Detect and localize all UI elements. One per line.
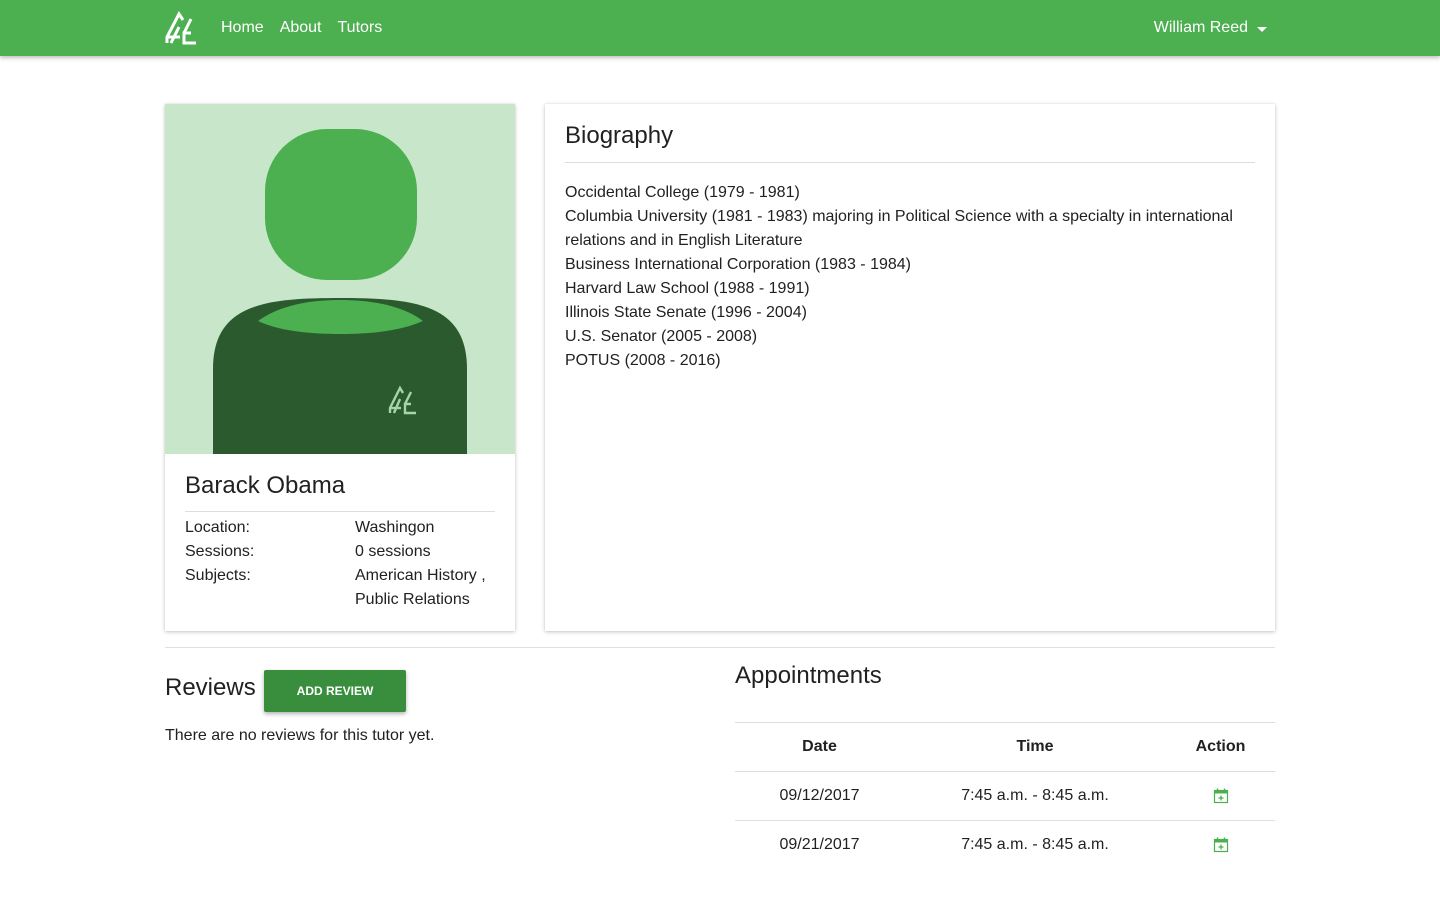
location-value: Washingon [355, 519, 435, 536]
caret-down-icon [1257, 26, 1267, 32]
appointment-action [1166, 821, 1275, 870]
add-review-button[interactable]: Add Review [264, 670, 406, 712]
biography-line: POTUS (2008 - 2016) [565, 352, 721, 369]
tree-logo-icon[interactable] [165, 11, 198, 45]
reviews-title: Reviews [165, 674, 256, 701]
nav-link-tutors[interactable]: Tutors [338, 19, 383, 37]
biography-card: Biography Occidental College (1979 - 198… [545, 104, 1275, 631]
subjects-label: Subjects: [185, 567, 251, 584]
calendar-add-icon[interactable] [1213, 788, 1229, 804]
column-header-date: Date [735, 722, 904, 772]
column-header-time: Time [904, 722, 1166, 772]
table-row: 09/12/2017 7:45 a.m. - 8:45 a.m. [735, 771, 1275, 821]
column-header-action: Action [1166, 722, 1275, 772]
appointments-table: Date Time Action 09/12/2017 7:45 a.m. - … [735, 722, 1275, 870]
appointment-time: 7:45 a.m. - 8:45 a.m. [961, 836, 1109, 854]
appointments-title: Appointments [735, 662, 882, 689]
appointment-time: 7:45 a.m. - 8:45 a.m. [904, 771, 1166, 821]
subjects-row: Subjects: American History , Public Rela… [185, 564, 495, 612]
person-avatar-icon [213, 129, 467, 454]
avatar [165, 104, 515, 454]
biography-line: Occidental College (1979 - 1981) [565, 184, 800, 201]
tutor-name: Barack Obama [185, 472, 495, 512]
location-label: Location: [185, 519, 250, 536]
biography-line: Harvard Law School (1988 - 1991) [565, 280, 810, 297]
subjects-value: American History , Public Relations [355, 567, 486, 608]
nav-link-about[interactable]: About [280, 19, 322, 37]
calendar-add-icon[interactable] [1213, 837, 1229, 853]
biography-title: Biography [565, 122, 1255, 163]
profile-details: Barack Obama Location: Washingon Session… [165, 454, 515, 612]
sessions-label: Sessions: [185, 543, 255, 560]
section-divider [165, 647, 1275, 648]
table-header-row: Date Time Action [735, 722, 1275, 772]
user-menu-dropdown[interactable]: William Reed [1154, 0, 1267, 56]
table-row: 09/21/2017 7:45 a.m. - 8:45 a.m. [735, 821, 1275, 870]
nav-links: Home About Tutors [221, 0, 398, 56]
biography-line: U.S. Senator (2005 - 2008) [565, 328, 758, 345]
profile-card: Barack Obama Location: Washingon Session… [165, 104, 515, 631]
appointment-date: 09/12/2017 [735, 771, 904, 821]
no-reviews-text: There are no reviews for this tutor yet. [165, 727, 435, 744]
nav-link-home[interactable]: Home [221, 19, 264, 37]
user-name: William Reed [1153, 19, 1248, 36]
appointment-action [1166, 771, 1275, 821]
top-navbar: Home About Tutors William Reed [0, 0, 1440, 56]
appointment-date: 09/21/2017 [779, 836, 860, 854]
biography-line: Illinois State Senate (1996 - 2004) [565, 304, 807, 321]
biography-line: Columbia University (1981 - 1983) majori… [565, 208, 1233, 249]
sessions-row: Sessions: 0 sessions [185, 540, 495, 564]
biography-line: Business International Corporation (1983… [565, 256, 911, 273]
sessions-value: 0 sessions [355, 543, 431, 560]
location-row: Location: Washingon [185, 516, 495, 540]
